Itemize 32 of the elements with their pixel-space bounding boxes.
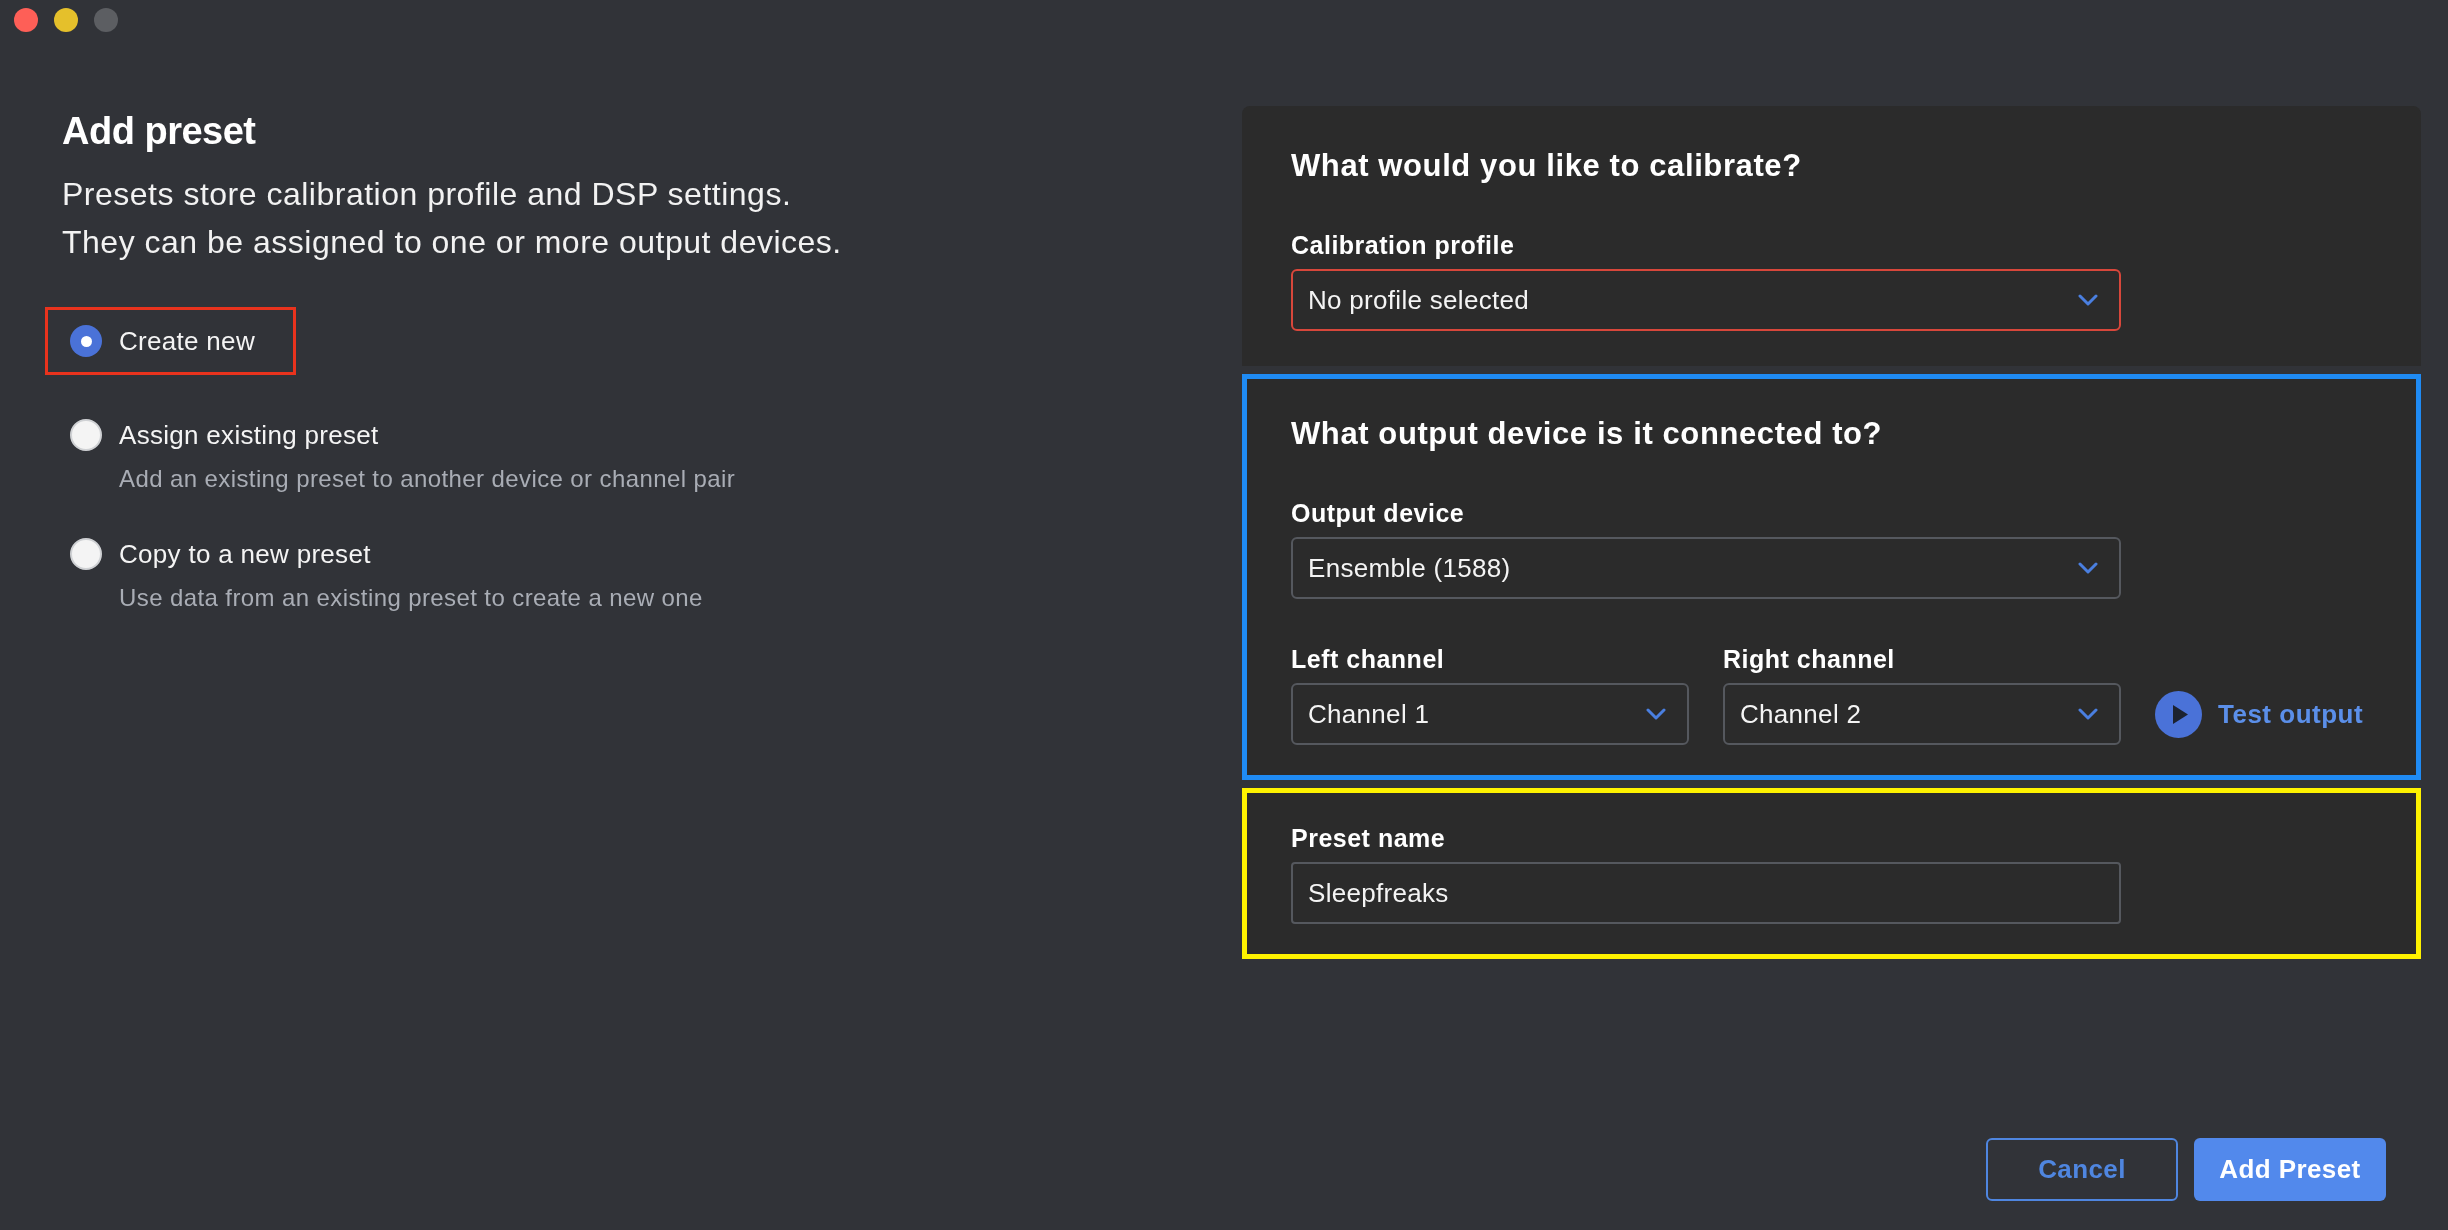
field-label: Preset name [1291, 823, 1446, 853]
field-label: Left channel [1291, 644, 1445, 674]
play-icon [2155, 690, 2202, 738]
field-label: Right channel [1723, 644, 1895, 674]
radio-button[interactable] [70, 325, 102, 357]
option-description: Add an existing preset to another device or channel pair [119, 464, 736, 494]
text-input[interactable]: Sleepfreaks [1291, 862, 2121, 924]
test-output-button[interactable]: Test output [2155, 683, 2364, 745]
cancel-button[interactable]: Cancel [1986, 1138, 2178, 1201]
close-button[interactable] [14, 8, 38, 32]
option-label[interactable]: Assign existing preset [119, 419, 379, 451]
field-label: Calibration profile [1291, 230, 1515, 260]
dropdown[interactable]: No profile selected [1291, 269, 2121, 331]
dropdown[interactable]: Ensemble (1588) [1291, 537, 2121, 599]
chevron-down-icon [2078, 707, 2098, 721]
option-label[interactable]: Copy to a new preset [119, 538, 371, 570]
minimize-button[interactable] [54, 8, 78, 32]
chevron-down-icon [2078, 293, 2098, 307]
chevron-down-icon [1646, 707, 1666, 721]
radio-button[interactable] [70, 538, 102, 570]
chevron-down-icon [2078, 561, 2098, 575]
dialog-title: Add preset [62, 109, 257, 154]
section-heading: What output device is it connected to? [1291, 415, 1884, 453]
radio-button[interactable] [70, 419, 102, 451]
dropdown[interactable]: Channel 2 [1723, 683, 2121, 745]
option-label[interactable]: Create new [119, 325, 255, 357]
section-heading: What would you like to calibrate? [1291, 147, 1803, 185]
dropdown[interactable]: Channel 1 [1291, 683, 1689, 745]
field-label: Output device [1291, 498, 1465, 528]
description-text: Presets store calibration profile and DSP settings. [62, 175, 793, 214]
option-description: Use data from an existing preset to create a new one [119, 583, 703, 613]
description-text: They can be assigned to one or more output devices. [62, 223, 843, 262]
